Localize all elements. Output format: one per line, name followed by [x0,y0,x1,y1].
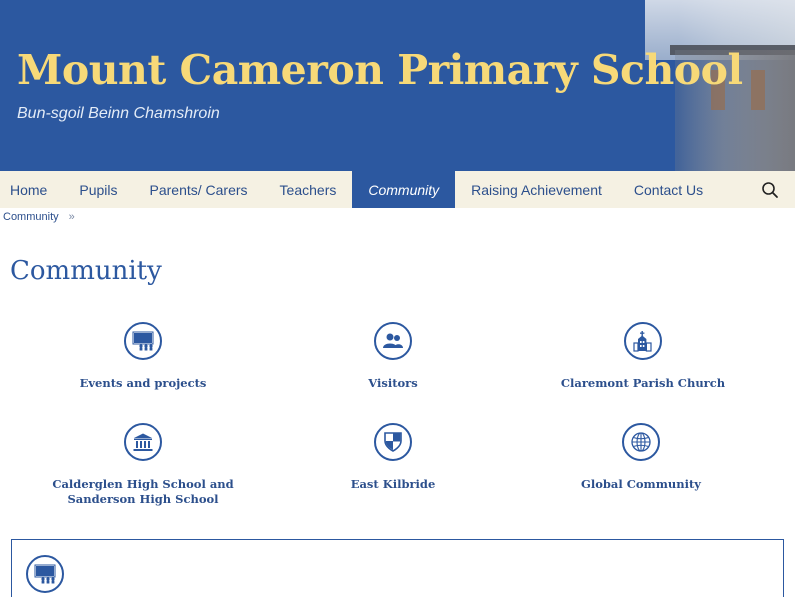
tile-events-and-projects[interactable]: Events and projects [18,322,268,391]
people-icon [383,333,403,348]
panel-icon-button[interactable] [26,555,64,593]
header-banner: Mount Cameron Primary School Bun-sgoil B… [0,0,795,171]
search-icon [762,181,778,198]
search-button[interactable] [745,171,795,208]
tile-global-community[interactable]: Global Community [516,423,766,492]
church-icon [633,331,652,352]
page-title: Community [10,256,162,286]
tile-label: Claremont Parish Church [560,376,726,390]
breadcrumb: Community » [3,211,75,223]
nav-item-parents-carers[interactable]: Parents/ Carers [134,171,264,208]
tile-visitors[interactable]: Visitors [268,322,518,391]
nav-item-teachers[interactable]: Teachers [264,171,353,208]
main-nav: Home Pupils Parents/ Carers Teachers Com… [0,171,795,208]
nav-item-contact-us[interactable]: Contact Us [618,171,719,208]
nav-item-pupils[interactable]: Pupils [63,171,133,208]
tile-label: Events and projects [79,376,207,390]
tile-label: Visitors [368,376,418,390]
tile-east-kilbride[interactable]: East Kilbride [268,423,518,492]
tile-calderglen-sanderson-high-school[interactable]: Calderglen High School and Sanderson Hig… [18,423,268,507]
tile-label: Calderglen High School and Sanderson Hig… [52,477,234,506]
nav-item-community[interactable]: Community [352,171,456,208]
tile-claremont-parish-church[interactable]: Claremont Parish Church [518,322,768,391]
content-panel [11,539,784,597]
shield-icon [384,432,402,452]
events-icon [132,331,154,351]
school-building-icon [133,433,153,451]
tile-label: East Kilbride [350,477,436,491]
site-title[interactable]: Mount Cameron Primary School [17,46,743,94]
tile-label: Global Community [581,477,701,491]
site-subtitle: Bun-sgoil Beinn Chamshroin [17,105,220,122]
globe-icon [631,432,651,452]
breadcrumb-separator: » [68,211,75,223]
nav-item-raising-achievement[interactable]: Raising Achievement [455,171,618,208]
nav-item-home[interactable]: Home [0,171,63,208]
events-icon [34,564,56,584]
breadcrumb-item-community[interactable]: Community [3,211,59,223]
